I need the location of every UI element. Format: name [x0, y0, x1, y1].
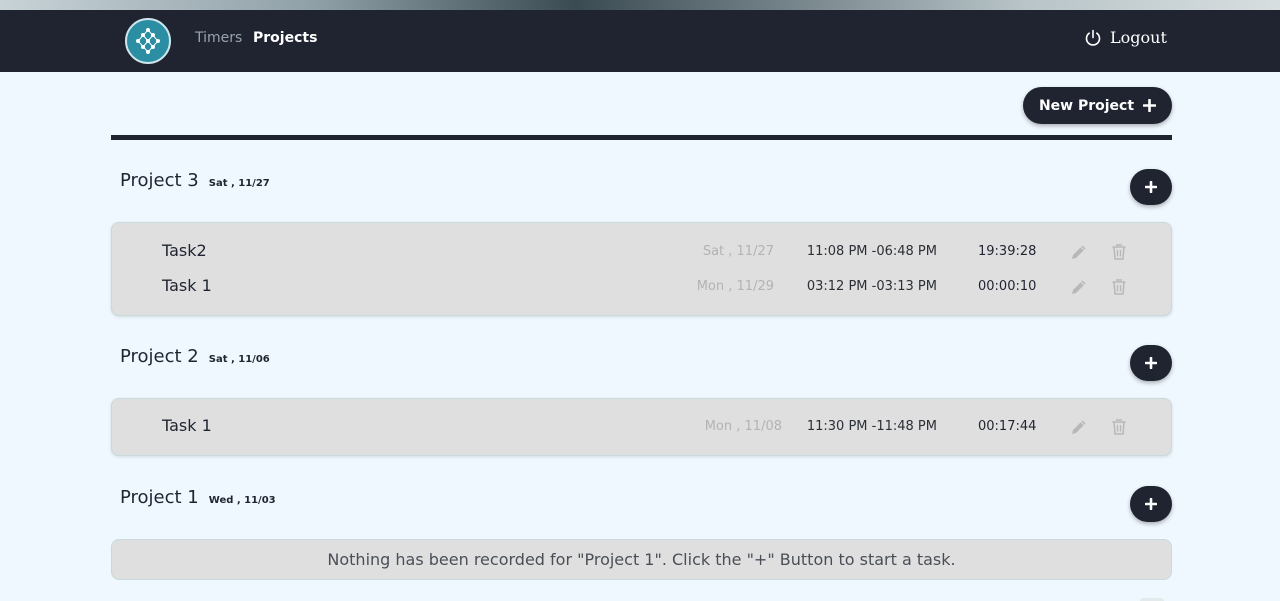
- trash-icon[interactable]: [1109, 417, 1129, 437]
- task-name: Task 1: [162, 416, 212, 435]
- nav-link-timers[interactable]: Timers: [195, 30, 242, 46]
- project-name: Project 1: [120, 487, 199, 508]
- logout-label: Logout: [1110, 28, 1167, 47]
- plus-icon: [1145, 498, 1157, 510]
- project-date: Sat , 11/27: [208, 178, 270, 189]
- project-header: Project 2 Sat , 11/06: [120, 346, 270, 367]
- navbar: Timers Projects Logout: [0, 10, 1280, 72]
- empty-state-message: Nothing has been recorded for "Project 1…: [111, 539, 1172, 580]
- background-image-strip: [0, 0, 1280, 10]
- divider: [111, 135, 1172, 140]
- add-task-button[interactable]: [1130, 345, 1172, 381]
- task-row[interactable]: Task 1 Mon , 11/08 11:30 PM -11:48 PM 00…: [112, 416, 1173, 436]
- task-duration: 00:17:44: [978, 419, 1037, 434]
- pencil-icon[interactable]: [1069, 277, 1089, 297]
- logout-button[interactable]: Logout: [1084, 28, 1167, 47]
- task-duration: 19:39:28: [978, 244, 1037, 259]
- new-project-label: New Project: [1038, 97, 1135, 114]
- task-name: Task2: [162, 241, 207, 260]
- task-date: Mon , 11/29: [696, 279, 774, 294]
- nav-link-projects[interactable]: Projects: [253, 30, 317, 46]
- add-task-button[interactable]: [1130, 486, 1172, 522]
- trash-icon[interactable]: [1109, 277, 1129, 297]
- project-name: Project 2: [120, 346, 199, 367]
- plus-icon: [1145, 357, 1157, 369]
- task-list: Task2 Sat , 11/27 11:08 PM -06:48 PM 19:…: [111, 222, 1172, 316]
- task-time-range: 11:08 PM -06:48 PM: [806, 244, 937, 259]
- task-list: Task 1 Mon , 11/08 11:30 PM -11:48 PM 00…: [111, 398, 1172, 456]
- power-icon: [1085, 29, 1101, 46]
- pencil-icon[interactable]: [1069, 417, 1089, 437]
- new-project-button[interactable]: New Project: [1023, 87, 1172, 124]
- project-header: Project 3 Sat , 11/27: [120, 170, 270, 191]
- project-header: Project 1 Wed , 11/03: [120, 487, 276, 508]
- project-date: Wed , 11/03: [208, 495, 276, 506]
- task-time-range: 03:12 PM -03:13 PM: [806, 279, 937, 294]
- task-date: Sat , 11/27: [702, 244, 774, 259]
- plus-icon: [1143, 99, 1157, 112]
- add-task-button[interactable]: [1130, 169, 1172, 205]
- task-row[interactable]: Task2 Sat , 11/27 11:08 PM -06:48 PM 19:…: [112, 241, 1173, 261]
- task-duration: 00:00:10: [978, 279, 1037, 294]
- trash-icon[interactable]: [1109, 242, 1129, 262]
- project-name: Project 3: [120, 170, 199, 191]
- task-date: Mon , 11/08: [704, 419, 782, 434]
- pencil-icon[interactable]: [1069, 242, 1089, 262]
- network-logo-icon[interactable]: [125, 18, 171, 64]
- plus-icon: [1145, 181, 1157, 193]
- task-time-range: 11:30 PM -11:48 PM: [806, 419, 937, 434]
- task-name: Task 1: [162, 276, 212, 295]
- project-date: Sat , 11/06: [208, 354, 270, 365]
- task-row[interactable]: Task 1 Mon , 11/29 03:12 PM -03:13 PM 00…: [112, 276, 1173, 296]
